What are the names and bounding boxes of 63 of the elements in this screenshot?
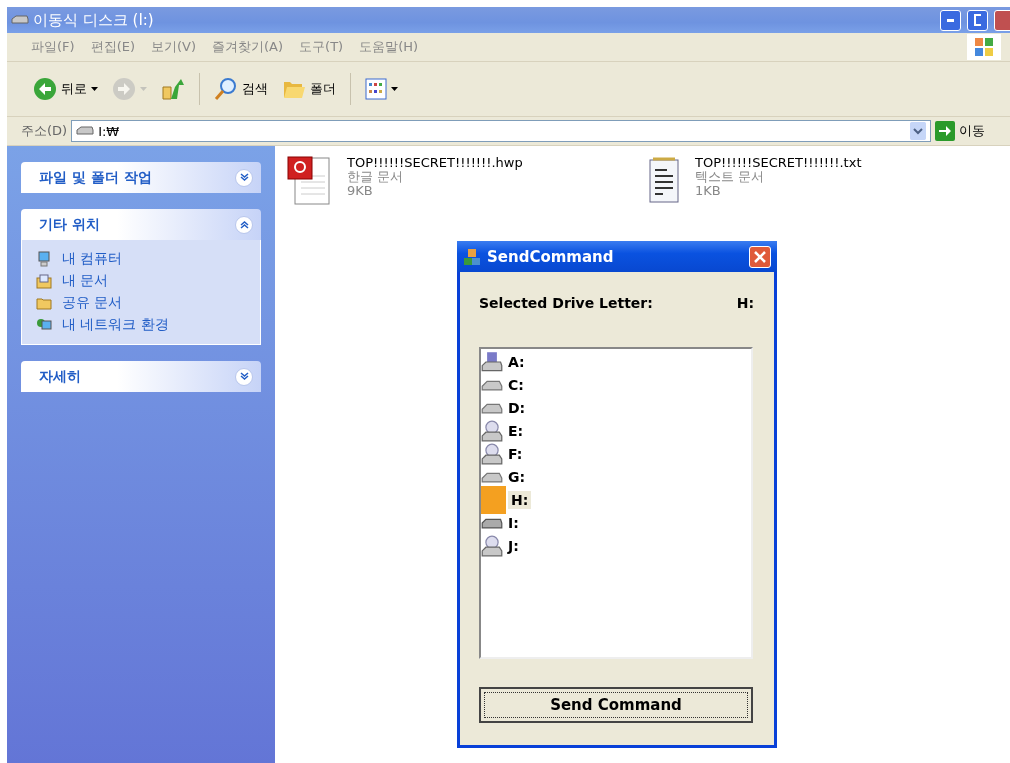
floppy-drive-icon — [481, 350, 503, 373]
drive-item[interactable]: H: — [508, 490, 532, 509]
folder-icon — [36, 295, 52, 311]
views-grid-icon — [365, 78, 387, 100]
send-command-button[interactable]: Send Command — [479, 687, 753, 723]
close-icon — [753, 249, 767, 264]
documents-folder-icon — [36, 273, 52, 289]
drive-item[interactable]: D: — [505, 398, 529, 417]
drive-value: H: — [736, 295, 754, 311]
drive-item[interactable]: E: — [505, 421, 527, 440]
drive-icon — [481, 485, 506, 514]
drive-item[interactable]: C: — [505, 375, 527, 394]
search-button[interactable]: 검색 — [210, 75, 272, 103]
maximize-icon — [974, 14, 981, 26]
cd-drive-icon — [481, 442, 503, 465]
dialog-title: SendCommand — [487, 247, 615, 266]
place-link[interactable]: 내 문서 — [36, 272, 246, 290]
close-button[interactable] — [749, 245, 771, 268]
drive-icon — [76, 126, 95, 136]
drive-item[interactable]: I: — [505, 513, 522, 532]
panel-header[interactable]: 기타 위치 — [21, 209, 261, 240]
windows-logo-icon — [967, 34, 1001, 60]
app-icon — [463, 247, 481, 266]
place-link[interactable]: 공유 문서 — [36, 294, 246, 312]
address-label: 주소(D) — [21, 122, 68, 140]
drive-icon — [11, 15, 29, 25]
maximize-button[interactable] — [967, 9, 988, 31]
file-size: 9KB — [347, 184, 374, 198]
drive-item[interactable]: A: — [505, 352, 528, 371]
panel-header[interactable]: 파일 및 폴더 작업 — [21, 162, 261, 193]
go-button[interactable]: 이동 — [935, 121, 986, 141]
minimize-icon — [947, 18, 954, 22]
minimize-button[interactable] — [940, 9, 961, 31]
file-type: 한글 문서 — [347, 170, 404, 184]
document-icon — [287, 156, 333, 206]
caret-icon — [140, 87, 147, 91]
network-icon — [36, 317, 52, 333]
panel-header[interactable]: 자세히 — [21, 361, 261, 392]
cd-drive-icon — [481, 534, 503, 557]
drive-list[interactable]: A: C: D: E: F: G: H: I: J: — [479, 347, 753, 659]
computer-icon — [36, 251, 52, 267]
close-button[interactable] — [994, 9, 1010, 31]
drive-item[interactable]: F: — [505, 444, 526, 463]
notepad-icon — [647, 156, 681, 206]
file-size: 1KB — [695, 184, 722, 198]
file-name[interactable]: TOP!!!!!!SECRET!!!!!!!.txt — [695, 156, 862, 170]
cd-drive-icon — [481, 419, 503, 442]
caret-icon — [91, 87, 98, 91]
search-icon — [214, 77, 238, 101]
folder-up-icon — [161, 77, 185, 101]
window-title: 이동식 디스크 (I:) — [33, 10, 155, 30]
file-name[interactable]: TOP!!!!!!SECRET!!!!!!!.hwp — [347, 156, 523, 170]
drive-item[interactable]: G: — [505, 467, 529, 486]
file-type: 텍스트 문서 — [695, 170, 766, 184]
folders-button[interactable]: 폴더 — [278, 75, 340, 103]
caret-icon — [391, 87, 398, 91]
dropdown-button[interactable] — [910, 122, 927, 140]
place-link[interactable]: 내 컴퓨터 — [36, 250, 246, 268]
back-button[interactable]: 뒤로 — [29, 75, 102, 103]
address-field[interactable]: I:₩ — [71, 120, 932, 142]
drive-label: Selected Drive Letter: — [479, 295, 653, 311]
place-link[interactable]: 내 네트워크 환경 — [36, 316, 246, 334]
drive-item[interactable]: J: — [505, 536, 522, 555]
